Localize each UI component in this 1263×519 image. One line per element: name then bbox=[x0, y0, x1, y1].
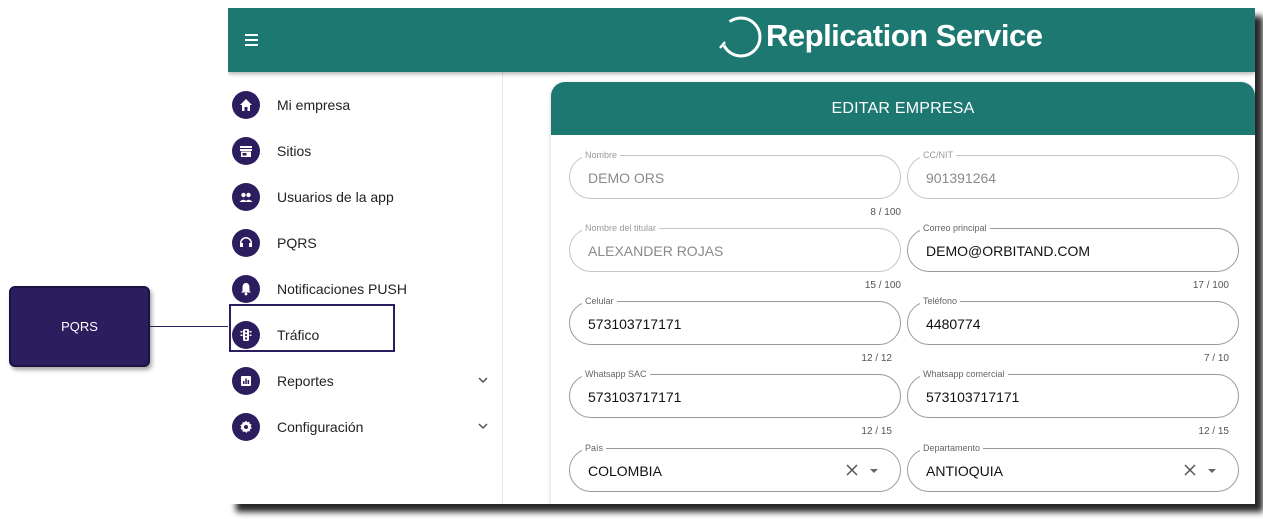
field-label: Departamento bbox=[920, 442, 984, 454]
sidebar-item-mi-empresa[interactable]: Mi empresa bbox=[232, 85, 494, 125]
bar-chart-icon bbox=[232, 367, 260, 395]
chevron-down-icon[interactable] bbox=[476, 419, 490, 433]
gear-icon bbox=[232, 413, 260, 441]
sidebar-item-label: Notificaciones PUSH bbox=[277, 281, 407, 297]
telefono-counter: 7 / 10 bbox=[1203, 353, 1229, 364]
headset-icon bbox=[232, 229, 260, 257]
sidebar-item-label: Configuración bbox=[277, 419, 364, 435]
whatsapp-sac-field[interactable]: Whatsapp SAC 573103717171 bbox=[569, 368, 901, 418]
chevron-down-icon[interactable] bbox=[476, 373, 490, 387]
titular-field[interactable]: Nombre del titular ALEXANDER ROJAS bbox=[569, 222, 901, 272]
celular-counter: 12 / 12 bbox=[861, 353, 892, 364]
callout-connector-line bbox=[150, 326, 230, 327]
hamburger-menu-icon[interactable] bbox=[240, 28, 264, 52]
card-title: EDITAR EMPRESA bbox=[551, 82, 1255, 135]
dropdown-arrow-icon[interactable] bbox=[870, 469, 878, 473]
field-label: País bbox=[582, 442, 607, 454]
edit-company-card: EDITAR EMPRESA Nombre DEMO ORS 8 / 100 C… bbox=[551, 82, 1255, 504]
sidebar-item-label: PQRS bbox=[277, 235, 317, 251]
trafico-highlight-box bbox=[229, 304, 395, 352]
field-label: Nombre del titular bbox=[582, 222, 660, 234]
correo-field[interactable]: Correo principal DEMO@ORBITAND.COM bbox=[907, 222, 1239, 272]
nit-field[interactable]: CC/NIT 901391264 bbox=[907, 149, 1239, 199]
people-icon bbox=[232, 183, 260, 211]
sidebar-item-label: Mi empresa bbox=[277, 97, 351, 113]
field-label: Celular bbox=[582, 295, 617, 307]
sidebar-item-pqrs[interactable]: PQRS bbox=[232, 223, 494, 263]
clear-icon[interactable] bbox=[1182, 462, 1198, 478]
screenshot-stage: PQRS Replication Service Mi empresa Siti… bbox=[0, 0, 1263, 519]
nombre-field[interactable]: Nombre DEMO ORS bbox=[569, 149, 901, 199]
departamento-select[interactable]: Departamento ANTIOQUIA bbox=[907, 442, 1239, 492]
field-value: 901391264 bbox=[926, 170, 997, 186]
field-label: Nombre bbox=[582, 149, 621, 161]
field-value: 573103717171 bbox=[588, 389, 682, 405]
brand-logo: Replication Service bbox=[716, 12, 1043, 60]
store-icon bbox=[232, 137, 260, 165]
field-label: CC/NIT bbox=[920, 149, 956, 161]
titular-counter: 15 / 100 bbox=[864, 280, 901, 291]
whatsapp-comercial-counter: 12 / 15 bbox=[1198, 426, 1229, 437]
whatsapp-sac-counter: 12 / 15 bbox=[861, 426, 892, 437]
main-content: EDITAR EMPRESA Nombre DEMO ORS 8 / 100 C… bbox=[504, 72, 1255, 504]
whatsapp-comercial-field[interactable]: Whatsapp comercial 573103717171 bbox=[907, 368, 1239, 418]
sidebar-item-label: Usuarios de la app bbox=[277, 189, 394, 205]
field-value: ALEXANDER ROJAS bbox=[588, 243, 724, 259]
app-window: Replication Service Mi empresa Sitios Us… bbox=[228, 8, 1255, 504]
callout-label: PQRS bbox=[61, 319, 98, 334]
celular-field[interactable]: Celular 573103717171 bbox=[569, 295, 901, 345]
field-value: ANTIOQUIA bbox=[926, 463, 1004, 479]
bell-icon bbox=[232, 275, 260, 303]
nombre-counter: 8 / 100 bbox=[870, 207, 901, 218]
sidebar-item-label: Reportes bbox=[277, 373, 334, 389]
sidebar-item-label: Sitios bbox=[277, 143, 312, 159]
orbit-logo-icon bbox=[718, 16, 762, 58]
pais-select[interactable]: País COLOMBIA bbox=[569, 442, 901, 492]
field-value: 4480774 bbox=[926, 316, 981, 332]
field-value: DEMO ORS bbox=[588, 170, 665, 186]
sidebar-item-configuracion[interactable]: Configuración bbox=[232, 407, 494, 447]
home-icon bbox=[232, 91, 260, 119]
clear-icon[interactable] bbox=[844, 462, 860, 478]
sidebar-item-reportes[interactable]: Reportes bbox=[232, 361, 494, 401]
sidebar-nav: Mi empresa Sitios Usuarios de la app PQR… bbox=[228, 72, 503, 504]
top-app-bar: Replication Service bbox=[228, 8, 1255, 72]
brand-name: Replication Service bbox=[766, 18, 1043, 53]
field-label: Correo principal bbox=[920, 222, 990, 234]
field-value: 573103717171 bbox=[926, 389, 1020, 405]
field-value: 573103717171 bbox=[588, 316, 682, 332]
sidebar-item-sitios[interactable]: Sitios bbox=[232, 131, 494, 171]
sidebar-item-usuarios[interactable]: Usuarios de la app bbox=[232, 177, 494, 217]
telefono-field[interactable]: Teléfono 4480774 bbox=[907, 295, 1239, 345]
field-value: DEMO@ORBITAND.COM bbox=[926, 243, 1091, 259]
field-label: Whatsapp comercial bbox=[920, 368, 1008, 380]
dropdown-arrow-icon[interactable] bbox=[1208, 469, 1216, 473]
sidebar-item-notificaciones[interactable]: Notificaciones PUSH bbox=[232, 269, 494, 309]
field-label: Teléfono bbox=[920, 295, 961, 307]
field-label: Whatsapp SAC bbox=[582, 368, 650, 380]
correo-counter: 17 / 100 bbox=[1192, 280, 1229, 291]
field-value: COLOMBIA bbox=[588, 463, 662, 479]
pqrs-callout: PQRS bbox=[9, 286, 150, 367]
